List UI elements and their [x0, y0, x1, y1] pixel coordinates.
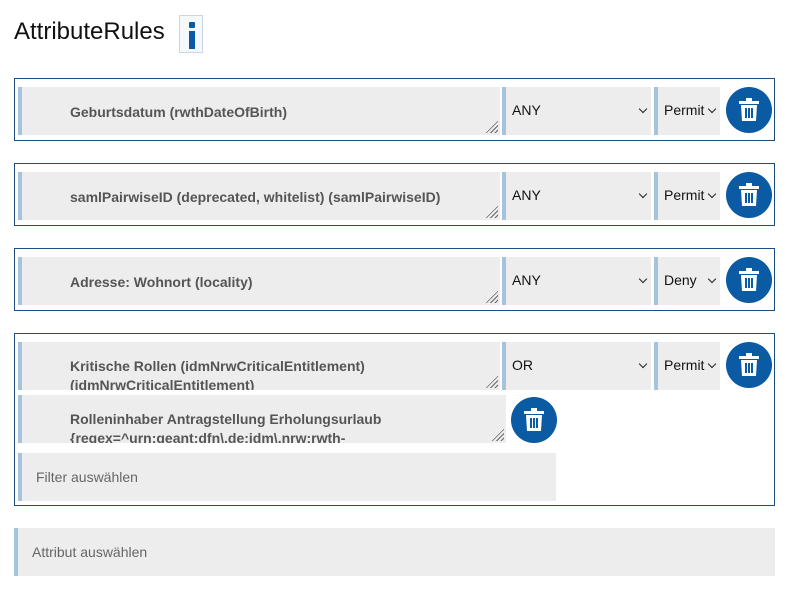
delete-rule-button[interactable]: [726, 257, 772, 303]
info-icon[interactable]: [179, 15, 203, 53]
delete-rule-button[interactable]: [726, 172, 772, 218]
delete-rule-button[interactable]: [726, 342, 772, 388]
action-select[interactable]: Permit: [654, 172, 720, 220]
chevron-down-icon: [707, 274, 717, 284]
attribute-textarea[interactable]: samlPairwiseID (deprecated, whitelist) (…: [18, 172, 500, 220]
attribute-name: Geburtsdatum (rwthDateOfBirth): [70, 104, 287, 120]
attribute-textarea[interactable]: Adresse: Wohnort (locality): [18, 257, 500, 305]
attribute-rule: Adresse: Wohnort (locality) ANY Deny: [14, 248, 775, 311]
filter-textarea[interactable]: Rolleninhaber Antragstellung Erholungsur…: [18, 395, 506, 443]
filter-value: Rolleninhaber Antragstellung Erholungsur…: [70, 411, 382, 443]
chevron-down-icon: [638, 104, 648, 114]
chevron-down-icon: [638, 189, 648, 199]
attribute-rule: samlPairwiseID (deprecated, whitelist) (…: [14, 163, 775, 226]
trash-icon: [739, 183, 759, 206]
attribute-name: samlPairwiseID (deprecated, whitelist) (…: [70, 189, 441, 205]
resize-handle[interactable]: [486, 206, 498, 218]
action-select[interactable]: Deny: [654, 257, 720, 305]
resize-handle[interactable]: [486, 376, 498, 388]
resize-handle[interactable]: [492, 429, 504, 441]
trash-icon: [739, 268, 759, 291]
match-select[interactable]: ANY: [502, 87, 651, 135]
page-title: AttributeRules: [14, 18, 165, 45]
resize-handle[interactable]: [486, 121, 498, 133]
delete-rule-button[interactable]: [726, 87, 772, 133]
chevron-down-icon: [638, 359, 648, 369]
attribute-select[interactable]: Attribut auswählen: [14, 528, 775, 576]
chevron-down-icon: [707, 359, 717, 369]
trash-icon: [524, 408, 544, 431]
attribute-textarea[interactable]: Kritische Rollen (idmNrwCriticalEntitlem…: [18, 342, 500, 390]
attribute-textarea[interactable]: Geburtsdatum (rwthDateOfBirth): [18, 87, 500, 135]
delete-filter-button[interactable]: [511, 397, 557, 443]
trash-icon: [739, 98, 759, 121]
attribute-rule: Geburtsdatum (rwthDateOfBirth) ANY Permi…: [14, 78, 775, 141]
chevron-down-icon: [638, 274, 648, 284]
match-select[interactable]: ANY: [502, 172, 651, 220]
resize-handle[interactable]: [486, 291, 498, 303]
attribute-name: Adresse: Wohnort (locality): [70, 274, 253, 290]
attribute-rule: Kritische Rollen (idmNrwCriticalEntitlem…: [14, 333, 775, 506]
match-select[interactable]: OR: [502, 342, 651, 390]
action-select[interactable]: Permit: [654, 87, 720, 135]
chevron-down-icon: [707, 104, 717, 114]
action-select[interactable]: Permit: [654, 342, 720, 390]
chevron-down-icon: [707, 189, 717, 199]
filter-select[interactable]: Filter auswählen: [18, 453, 556, 501]
trash-icon: [739, 353, 759, 376]
attribute-name: Kritische Rollen (idmNrwCriticalEntitlem…: [70, 358, 365, 390]
match-select[interactable]: ANY: [502, 257, 651, 305]
